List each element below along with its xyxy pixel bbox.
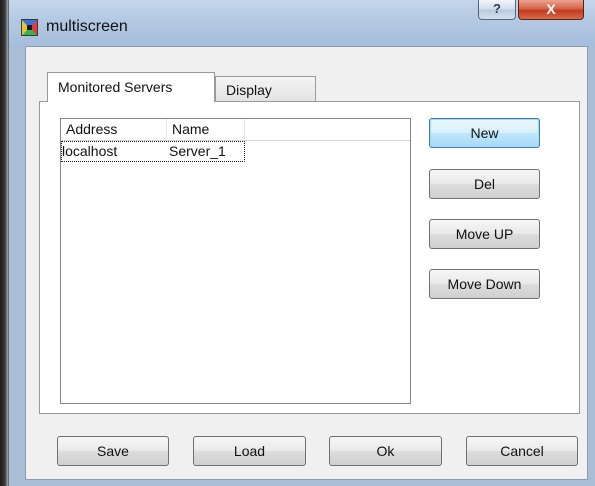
tab-monitored-servers[interactable]: Monitored Servers bbox=[47, 72, 215, 102]
app-icon bbox=[21, 19, 38, 36]
save-button[interactable]: Save bbox=[57, 436, 169, 466]
help-button[interactable]: ? bbox=[478, 0, 516, 20]
column-header-name[interactable]: Name bbox=[167, 119, 245, 140]
move-up-button[interactable]: Move UP bbox=[429, 219, 540, 249]
dialog-client-area: Monitored Servers Display Address Name l… bbox=[25, 46, 588, 480]
ok-button[interactable]: Ok bbox=[329, 436, 442, 466]
server-list-header: Address Name bbox=[61, 119, 410, 141]
tab-pane-monitored-servers: Address Name localhost Server_1 New Del … bbox=[39, 101, 580, 414]
window-title: multiscreen bbox=[46, 18, 128, 35]
title-bar[interactable]: multiscreen ? X bbox=[9, 0, 595, 46]
column-header-address[interactable]: Address bbox=[61, 119, 167, 140]
close-button[interactable]: X bbox=[518, 0, 584, 20]
tab-display[interactable]: Display bbox=[215, 76, 316, 103]
new-button[interactable]: New bbox=[429, 118, 540, 148]
cancel-button[interactable]: Cancel bbox=[466, 436, 578, 466]
del-button[interactable]: Del bbox=[429, 169, 540, 199]
move-down-button[interactable]: Move Down bbox=[429, 269, 540, 299]
dialog-window: multiscreen ? X Monitored Servers Displa… bbox=[8, 0, 595, 486]
server-list[interactable]: Address Name localhost Server_1 bbox=[60, 118, 411, 404]
load-button[interactable]: Load bbox=[193, 436, 306, 466]
table-row[interactable]: localhost Server_1 bbox=[61, 141, 261, 163]
row-focus-outline bbox=[61, 141, 245, 162]
